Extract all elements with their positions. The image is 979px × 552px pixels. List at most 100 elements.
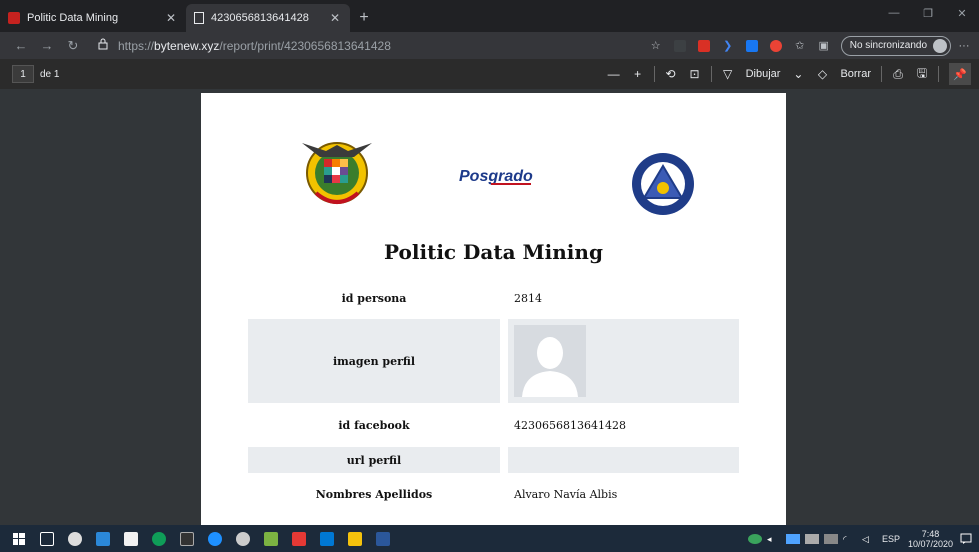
edge-active-icon[interactable] [202, 525, 228, 552]
row-label: url perfil [248, 447, 500, 473]
pdf-favicon-icon [8, 12, 20, 24]
notification-icon[interactable] [953, 525, 979, 552]
profile-placeholder-image [514, 325, 586, 397]
close-tab-icon[interactable]: ✕ [164, 11, 178, 25]
app-red-icon[interactable] [286, 525, 312, 552]
back-icon[interactable]: ← [8, 33, 34, 59]
print-icon[interactable]: ⎙ [886, 63, 910, 85]
posgrado-logo-text: Posgrado [459, 168, 533, 185]
clock-time: 7:48 [921, 528, 940, 539]
extension-red-icon[interactable] [693, 36, 715, 56]
url-path: /report/print/4230656813641428 [219, 38, 391, 53]
table-row: imagen perfil [248, 319, 739, 403]
task-view-icon[interactable] [34, 525, 60, 552]
maximize-icon[interactable]: ❐ [911, 0, 945, 26]
close-tab-icon[interactable]: ✕ [328, 11, 342, 25]
pdf-tools: — + ⟲ ⊡ ▽ Dibujar ⌄ ◇ Borrar ⎙ 🖫 📌 [602, 63, 971, 85]
row-value [508, 319, 739, 403]
store-icon[interactable] [118, 525, 144, 552]
zoom-in-icon[interactable]: + [626, 63, 650, 85]
windows-taskbar: ◂ ◜ ◁ ESP 7:48 10/07/2020 [0, 525, 979, 552]
tab-label: 4230656813641428 [211, 12, 309, 24]
word-icon[interactable] [370, 525, 396, 552]
extension-icons: ☆ ❯ ✩ ▣ No sincronizando ··· [643, 35, 975, 56]
language-indicator[interactable]: ESP [882, 534, 900, 544]
window-controls: — ❐ ✕ [877, 0, 979, 26]
page-count: de 1 [40, 68, 60, 80]
terminal-icon[interactable] [174, 525, 200, 552]
notepad-icon[interactable] [258, 525, 284, 552]
url-host: bytenew.xyz [154, 38, 220, 53]
page-number-input[interactable]: 1 [12, 65, 34, 83]
eraser-icon[interactable]: ◇ [810, 63, 834, 85]
save-icon[interactable]: 🖫 [910, 63, 934, 85]
row-label: id persona [341, 291, 407, 305]
address-input[interactable]: https://bytenew.xyz/report/print/4230656… [118, 39, 568, 53]
close-window-icon[interactable]: ✕ [945, 0, 979, 26]
facebook-icon[interactable] [741, 36, 763, 56]
edge-icon[interactable] [146, 525, 172, 552]
report-title: Politic Data Mining [384, 240, 603, 264]
row-value: 4230656813641428 [514, 418, 626, 432]
chevron-down-icon[interactable]: ⌄ [786, 63, 810, 85]
table-row: Nombres Apellidos Alvaro Navía Albis [248, 482, 739, 506]
chrome-icon[interactable] [62, 525, 88, 552]
pin-toolbar-icon[interactable]: 📌 [949, 63, 971, 85]
windows-start-icon[interactable] [6, 525, 32, 552]
divider [710, 66, 712, 82]
mail-icon[interactable] [90, 525, 116, 552]
tray-display-icon[interactable] [804, 533, 819, 544]
divider [938, 66, 939, 82]
divider [653, 66, 655, 82]
row-label: Nombres Apellidos [315, 487, 433, 501]
wifi-icon[interactable]: ◜ [843, 534, 857, 544]
tray-battery-icon[interactable] [823, 533, 838, 544]
row-label: id facebook [338, 418, 410, 432]
browser-tab-strip: Politic Data Mining ✕ 4230656813641428 ✕… [0, 0, 979, 32]
divider [881, 66, 882, 82]
posgrado-logo: Posgrado [457, 163, 537, 191]
fit-page-icon[interactable]: ⊡ [683, 63, 707, 85]
draw-icon[interactable]: ▽ [716, 63, 740, 85]
tab-politic-data-mining[interactable]: Politic Data Mining ✕ [0, 4, 186, 32]
new-tab-button[interactable]: + [350, 4, 378, 32]
sync-label: No sincronizando [849, 40, 927, 51]
rotate-icon[interactable]: ⟲ [659, 63, 683, 85]
lock-icon[interactable] [98, 38, 114, 53]
zoom-out-icon[interactable]: — [602, 63, 626, 85]
refresh-icon[interactable]: ↻ [60, 33, 86, 59]
volume-icon[interactable]: ◁ [862, 534, 876, 544]
favorite-star-icon[interactable]: ☆ [645, 36, 667, 56]
tray-app-icon[interactable] [747, 533, 762, 544]
pdf-page: Posgrado Politic Data Mining id persona … [201, 93, 786, 525]
row-value [508, 447, 739, 473]
minimize-icon[interactable]: — [877, 0, 911, 26]
pdf-viewer[interactable]: Posgrado Politic Data Mining id persona … [0, 89, 979, 525]
extension-icon[interactable] [669, 36, 691, 56]
system-tray: ◂ ◜ ◁ ESP 7:48 10/07/2020 [743, 525, 979, 552]
university-seal-logo [296, 131, 378, 211]
profile-sync-button[interactable]: No sincronizando [840, 35, 951, 56]
avatar [933, 38, 947, 53]
forward-icon[interactable]: → [34, 33, 60, 59]
file-explorer-icon[interactable] [342, 525, 368, 552]
row-value: Alvaro Navía Albis [514, 487, 618, 501]
more-menu-icon[interactable]: ··· [953, 36, 975, 56]
document-favicon-icon [194, 12, 204, 24]
draw-button[interactable]: Dibujar [740, 63, 787, 85]
pdf-toolbar: 1 de 1 — + ⟲ ⊡ ▽ Dibujar ⌄ ◇ Borrar ⎙ 🖫 … [0, 59, 979, 89]
tab-report-print[interactable]: 4230656813641428 ✕ [186, 4, 350, 32]
favorites-icon[interactable]: ✩ [789, 36, 811, 56]
clock-date: 10/07/2020 [907, 538, 953, 549]
extension-arrow-icon[interactable]: ❯ [717, 36, 739, 56]
clock[interactable]: 7:48 10/07/2020 [908, 529, 953, 549]
chevron-up-icon[interactable]: ◂ [767, 534, 781, 544]
tray-network-icon[interactable] [785, 533, 800, 544]
vscode-icon[interactable] [314, 525, 340, 552]
row-label: imagen perfil [248, 319, 500, 403]
erase-button[interactable]: Borrar [834, 63, 877, 85]
extension-shield-icon[interactable] [765, 36, 787, 56]
chrome-alt-icon[interactable] [230, 525, 256, 552]
collections-icon[interactable]: ▣ [813, 36, 835, 56]
table-row: id facebook 4230656813641428 [248, 413, 739, 437]
